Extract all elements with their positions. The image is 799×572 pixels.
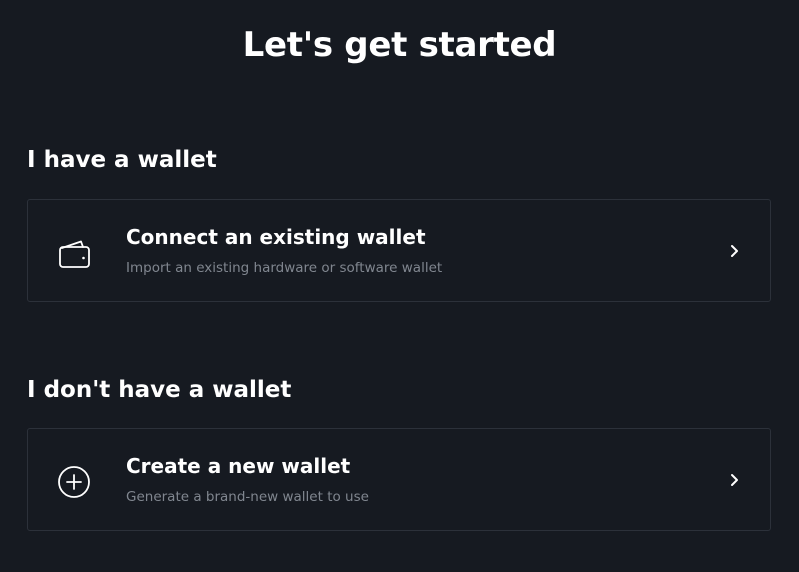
- page-title: Let's get started: [242, 25, 557, 65]
- wallet-icon: [56, 235, 92, 271]
- option-description: Generate a brand-new wallet to use: [126, 489, 369, 505]
- chevron-right-icon: [726, 243, 742, 259]
- chevron-right-icon: [726, 472, 742, 488]
- section-heading-no-wallet: I don't have a wallet: [27, 377, 292, 403]
- option-title: Connect an existing wallet: [126, 225, 426, 249]
- option-title: Create a new wallet: [126, 454, 351, 478]
- section-heading-have-wallet: I have a wallet: [27, 147, 217, 173]
- option-description: Import an existing hardware or software …: [126, 260, 443, 276]
- plus-circle-icon: [56, 464, 92, 500]
- onboarding-page: Let's get started I have a wallet Connec…: [0, 0, 799, 572]
- connect-wallet-option[interactable]: Connect an existing wallet Import an exi…: [27, 199, 771, 302]
- create-wallet-option[interactable]: Create a new wallet Generate a brand-new…: [27, 428, 771, 531]
